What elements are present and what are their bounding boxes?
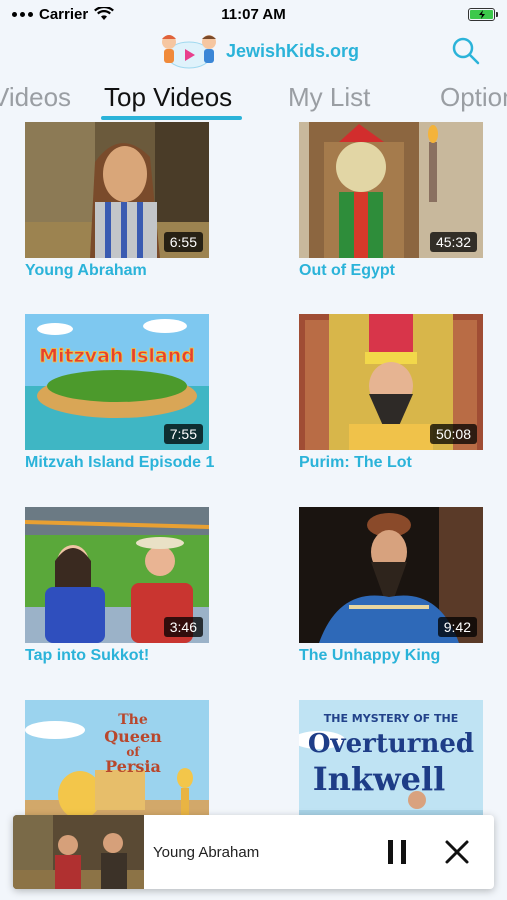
video-card[interactable]: Mitzvah Island 7:55 Mitzvah Island Episo… — [25, 314, 214, 472]
video-title[interactable]: Young Abraham — [25, 262, 209, 280]
video-thumbnail[interactable]: 6:55 — [25, 122, 209, 258]
battery-icon — [468, 7, 498, 21]
video-title[interactable]: Tap into Sukkot! — [25, 647, 209, 665]
video-duration: 3:46 — [163, 617, 203, 637]
thumbnail-text: THE MYSTERY OF THE — [324, 712, 459, 725]
video-card[interactable]: 50:08 Purim: The Lot — [299, 314, 483, 472]
tab-bar: Videos Top Videos My List Options — [0, 76, 507, 122]
kids-logo-icon — [162, 35, 216, 69]
app-header: JewishKids.org — [0, 28, 507, 76]
search-icon[interactable] — [451, 36, 481, 66]
logo-text: JewishKids.org — [226, 40, 360, 61]
video-thumbnail[interactable]: 50:08 — [299, 314, 483, 450]
video-duration: 50:08 — [429, 424, 477, 444]
video-thumbnail[interactable]: 45:32 — [299, 122, 483, 258]
thumbnail-text: Persia — [105, 757, 161, 776]
video-title[interactable]: Purim: The Lot — [299, 454, 483, 472]
video-thumbnail[interactable]: Mitzvah Island 7:55 — [25, 314, 209, 450]
video-thumbnail[interactable]: 3:46 — [25, 507, 209, 643]
mini-player-title: Young Abraham — [153, 843, 260, 861]
status-left: Carrier — [12, 5, 115, 23]
pause-icon[interactable] — [382, 837, 412, 867]
mini-player-thumbnail[interactable] — [13, 815, 144, 889]
close-icon[interactable] — [442, 837, 472, 867]
active-tab-indicator — [101, 116, 242, 120]
tab-options[interactable]: Options — [440, 82, 507, 113]
video-title[interactable]: Out of Egypt — [299, 262, 483, 280]
mini-player[interactable]: Young Abraham — [13, 815, 494, 889]
video-duration: 9:42 — [437, 617, 477, 637]
tab-videos[interactable]: Videos — [0, 82, 71, 113]
video-card[interactable]: 6:55 Young Abraham — [25, 122, 209, 280]
video-title[interactable]: The Unhappy King — [299, 647, 483, 665]
signal-icon — [12, 11, 33, 17]
thumbnail-text: Mitzvah Island — [39, 345, 195, 367]
video-duration: 6:55 — [163, 232, 203, 252]
video-card[interactable]: 9:42 The Unhappy King — [299, 507, 483, 665]
thumbnail-text: The — [118, 712, 148, 728]
video-thumbnail[interactable]: 9:42 — [299, 507, 483, 643]
video-title[interactable]: Mitzvah Island Episode 1 — [25, 454, 214, 472]
video-duration: 45:32 — [429, 232, 477, 252]
thumbnail-text: Overturned — [308, 729, 474, 759]
jewishkids-logo[interactable]: JewishKids.org — [154, 31, 359, 71]
wifi-icon — [94, 7, 115, 20]
video-card[interactable]: 45:32 Out of Egypt — [299, 122, 483, 280]
thumbnail-text: Inkwell — [313, 760, 446, 798]
tab-top-videos[interactable]: Top Videos — [104, 82, 232, 113]
video-duration: 7:55 — [163, 424, 203, 444]
status-bar: Carrier 11:07 AM — [0, 0, 507, 28]
tab-my-list[interactable]: My List — [288, 82, 370, 113]
video-card[interactable]: 3:46 Tap into Sukkot! — [25, 507, 209, 665]
carrier-label: Carrier — [39, 5, 89, 23]
thumbnail-text: Queen — [104, 727, 162, 746]
